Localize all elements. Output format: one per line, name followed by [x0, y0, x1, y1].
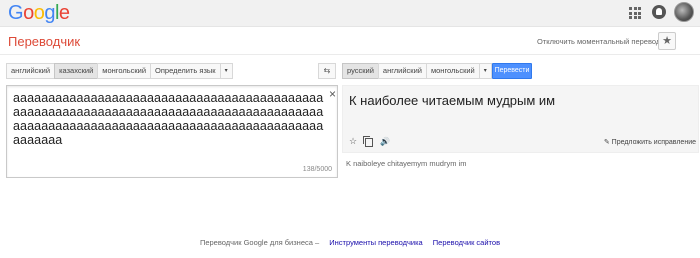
- source-lang-kazakh[interactable]: казахский: [54, 63, 99, 79]
- footer: Переводчик Google для бизнеса – Инструме…: [0, 238, 700, 247]
- source-language-bar: английский казахский монгольский Определ…: [6, 63, 233, 79]
- result-box: К наиболее читаемым мудрым им ☆ 🔊 ✎ Пред…: [342, 85, 699, 153]
- target-lang-dropdown-icon[interactable]: ▾: [478, 63, 492, 79]
- transliteration: K naiboleye chitayemym mudrym im: [346, 159, 467, 168]
- copy-icon[interactable]: [363, 135, 373, 147]
- star-icon[interactable]: ☆: [348, 136, 358, 147]
- logo-letter: o: [23, 2, 34, 24]
- char-count: 138/5000: [302, 166, 332, 173]
- translator-toolkit-link[interactable]: Инструменты переводчика: [329, 238, 422, 247]
- translate-header: Переводчик Отключить моментальный перево…: [0, 28, 700, 55]
- source-lang-mongolian[interactable]: монгольский: [97, 63, 152, 79]
- logo-letter: o: [33, 2, 45, 24]
- source-lang-dropdown-icon[interactable]: ▾: [219, 63, 233, 79]
- swap-languages-icon[interactable]: ⇆: [318, 63, 336, 79]
- result-actions: ☆ 🔊: [348, 135, 390, 147]
- clear-icon[interactable]: ×: [329, 87, 336, 101]
- detect-language-button[interactable]: Определить язык: [150, 63, 221, 79]
- translate-button[interactable]: Перевести: [492, 63, 532, 79]
- logo-letter: g: [44, 2, 55, 24]
- logo-letter: e: [58, 2, 70, 24]
- notifications-icon[interactable]: [652, 5, 666, 19]
- source-lang-english[interactable]: английский: [6, 63, 56, 79]
- source-text[interactable]: aaaaaaaaaaaaaaaaaaaaaaaaaaaaaaaaaaaaaaaa…: [13, 91, 328, 147]
- footer-text: Переводчик Google для бизнеса –: [199, 238, 320, 247]
- instant-translation-toggle[interactable]: Отключить моментальный перевод: [537, 37, 660, 46]
- google-logo[interactable]: Google: [8, 2, 70, 25]
- avatar[interactable]: [674, 2, 694, 22]
- phrasebook-star-button[interactable]: ★: [658, 32, 676, 50]
- translation-result: К наиболее читаемым мудрым им: [349, 93, 556, 108]
- suggest-edit-link[interactable]: ✎ Предложить исправление: [604, 138, 696, 146]
- target-lang-english[interactable]: английский: [377, 63, 427, 79]
- apps-grid-icon[interactable]: [629, 7, 641, 19]
- target-lang-russian[interactable]: русский: [342, 63, 379, 79]
- website-translator-link[interactable]: Переводчик сайтов: [433, 238, 500, 247]
- page-title: Переводчик: [8, 34, 81, 49]
- target-lang-mongolian[interactable]: монгольский: [425, 63, 480, 79]
- target-language-bar: русский английский монгольский ▾: [342, 63, 492, 79]
- speaker-icon[interactable]: 🔊: [380, 137, 390, 146]
- top-bar: Google: [0, 0, 700, 27]
- source-text-area[interactable]: aaaaaaaaaaaaaaaaaaaaaaaaaaaaaaaaaaaaaaaa…: [6, 85, 338, 178]
- logo-letter: G: [8, 2, 24, 24]
- star-icon: ★: [662, 35, 672, 47]
